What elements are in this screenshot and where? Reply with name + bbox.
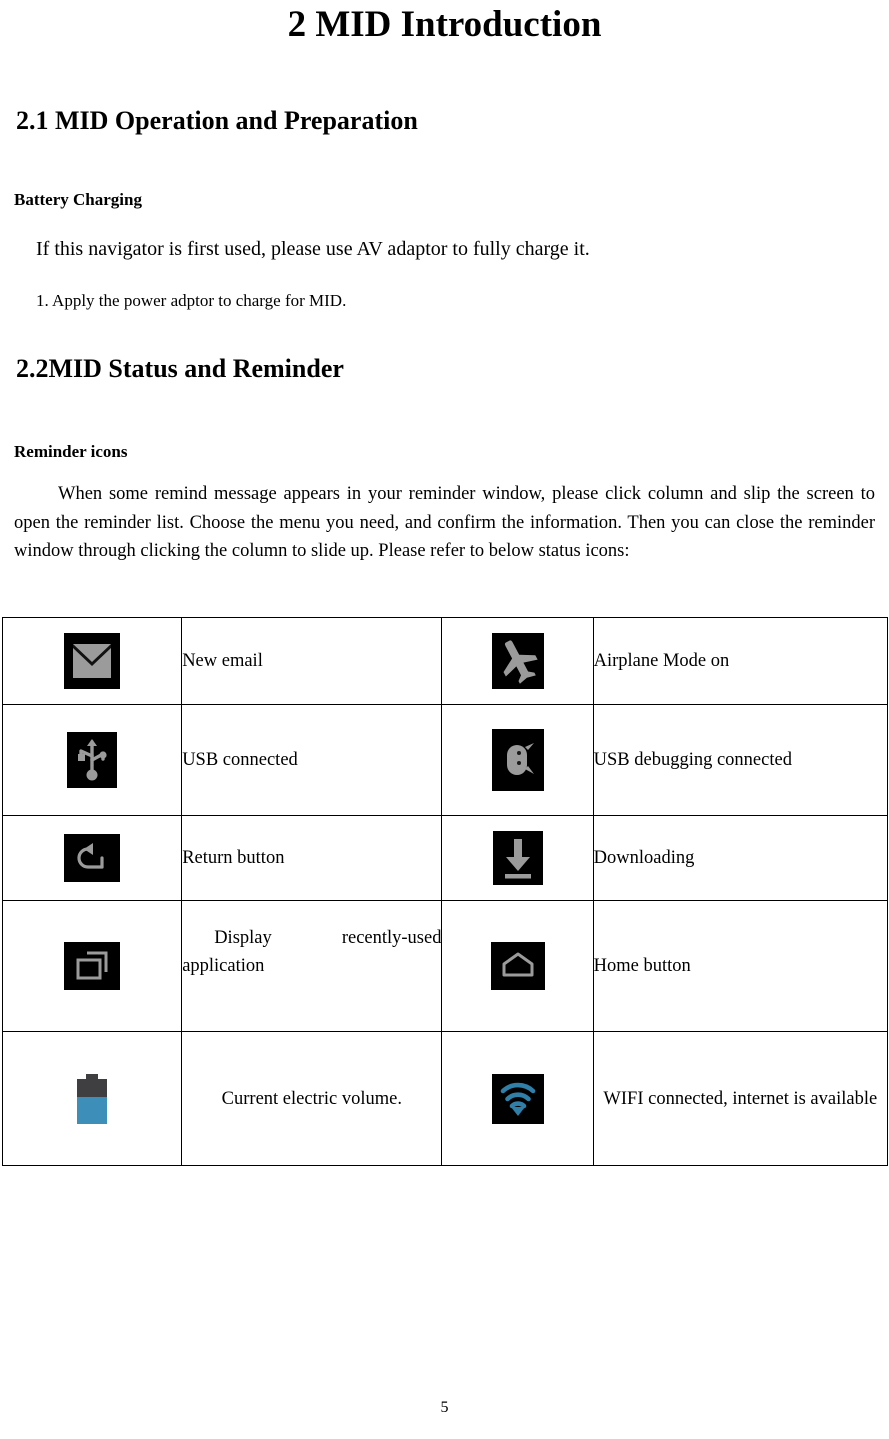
new-email-icon <box>64 633 121 689</box>
section-heading-2-2: 2.2MID Status and Reminder <box>16 354 344 383</box>
icon-cell-return-button <box>1 815 183 901</box>
document-page: 2 MID Introduction 2.1 MID Operation and… <box>0 0 889 1439</box>
downloading-icon <box>492 831 543 885</box>
label-cell-battery: Current electric volume. <box>181 1031 443 1166</box>
icon-cell-battery <box>1 1031 183 1166</box>
section-heading-2-1: 2.1 MID Operation and Preparation <box>16 106 418 135</box>
battery-icon <box>77 1073 108 1124</box>
status-icons-table: New email Airplane Mode on USB connected… <box>1 617 889 1166</box>
table-row: Display recently-used application Home b… <box>1 900 889 1032</box>
usb-connected-icon <box>67 732 118 788</box>
table-row: Return button Downloading <box>1 815 889 901</box>
label-cell-wifi: WIFI connected, internet is available <box>592 1031 889 1166</box>
label-cell-recent-apps: Display recently-used application <box>181 900 443 1032</box>
icon-cell-usb-connected <box>1 704 183 816</box>
table-row: New email Airplane Mode on <box>1 617 889 705</box>
label-cell-usb-debugging: USB debugging connected <box>592 704 889 816</box>
table-row: Current electric volume. WIFI connected,… <box>1 1031 889 1166</box>
icon-cell-usb-debugging <box>441 704 594 816</box>
wifi-connected-icon <box>491 1073 544 1124</box>
icon-cell-wifi <box>441 1031 594 1166</box>
table-row: USB connected USB debugging connected <box>1 704 889 816</box>
icon-cell-recent-apps <box>1 900 183 1032</box>
label-cell-downloading: Downloading <box>592 815 889 901</box>
reminder-icons-paragraph: When some remind message appears in your… <box>14 484 875 561</box>
battery-charging-line-1: If this navigator is first used, please … <box>36 238 590 260</box>
subheading-battery-charging: Battery Charging <box>14 190 142 209</box>
airplane-mode-icon <box>491 633 544 689</box>
subheading-reminder-icons: Reminder icons <box>14 442 128 461</box>
icon-cell-airplane-mode <box>441 617 594 705</box>
icon-cell-home-button <box>441 900 594 1032</box>
label-cell-usb-connected: USB connected <box>181 704 443 816</box>
page-title: 2 MID Introduction <box>287 4 602 45</box>
home-button-icon <box>490 942 545 990</box>
label-cell-airplane-mode: Airplane Mode on <box>592 617 889 705</box>
battery-fill <box>77 1096 108 1124</box>
battery-body <box>77 1078 108 1124</box>
page-number: 5 <box>440 1399 449 1416</box>
battery-charging-line-2: 1. Apply the power adptor to charge for … <box>36 291 347 310</box>
icon-cell-downloading <box>441 815 594 901</box>
icon-cell-new-email <box>1 617 183 705</box>
label-cell-return-button: Return button <box>181 815 443 901</box>
label-cell-home-button: Home button <box>592 900 889 1032</box>
recent-apps-icon <box>64 942 121 990</box>
return-button-icon <box>64 834 121 882</box>
label-cell-new-email: New email <box>181 617 443 705</box>
usb-debugging-icon <box>491 729 544 791</box>
